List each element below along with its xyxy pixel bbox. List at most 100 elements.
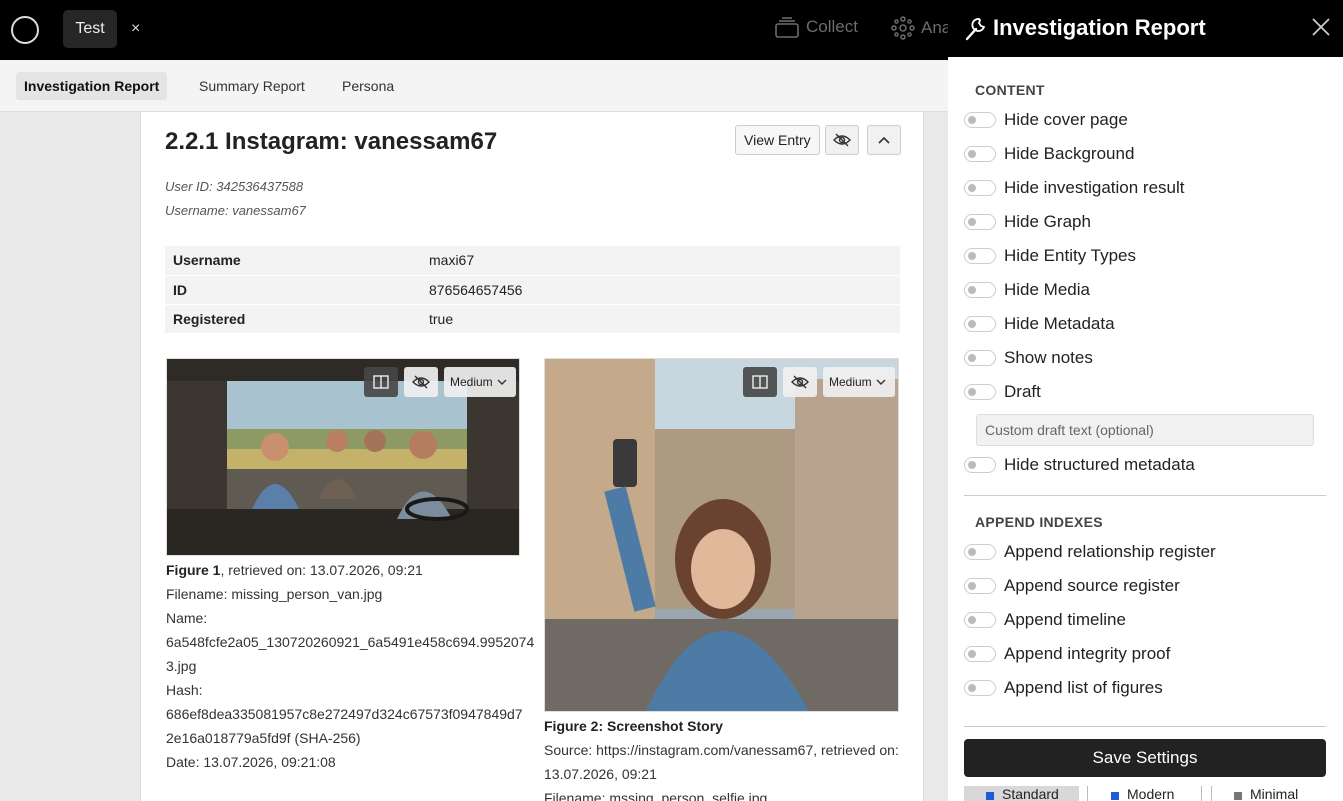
toggle-hide-investigation-result[interactable]: Hide investigation result (964, 178, 1184, 198)
table-row: Registered true (165, 304, 900, 334)
style-swatch (986, 792, 994, 800)
figure-size-value: Medium (450, 375, 493, 389)
stack-icon (775, 17, 799, 38)
figure-1-meta-line: Date: 13.07.2026, 09:21:08 (166, 754, 336, 770)
table-row: Username maxi67 (165, 246, 900, 276)
style-swatch (1111, 792, 1119, 800)
toggle-hide-media[interactable]: Hide Media (964, 280, 1090, 300)
style-label: Standard (1002, 786, 1059, 801)
toggle-hide-structured-metadata[interactable]: Hide structured metadata (964, 455, 1195, 475)
toggle-switch[interactable] (964, 112, 996, 128)
toggle-switch[interactable] (964, 146, 996, 162)
figure-1-meta-line: 686ef8dea335081957c8e272497d324c67573f09… (166, 706, 523, 722)
layout-toggle-button[interactable] (364, 367, 398, 397)
toggle-label: Hide Background (1004, 144, 1135, 163)
toggle-append-integrity-proof[interactable]: Append integrity proof (964, 644, 1170, 664)
toggle-switch[interactable] (964, 544, 996, 560)
network-icon (891, 16, 915, 40)
wrench-icon (965, 18, 986, 41)
toggle-switch[interactable] (964, 180, 996, 196)
chevron-down-icon (497, 379, 507, 385)
toggle-label: Append list of figures (1004, 678, 1163, 697)
figure-1-meta-line: Name: (166, 610, 208, 626)
report-tabs: Investigation Report Summary Report Pers… (0, 60, 948, 112)
figure-2-meta-line: Source: https://instagram.com/vanessam67… (544, 742, 899, 758)
figure-1-image[interactable]: Medium (166, 358, 520, 556)
tab-summary-report[interactable]: Summary Report (191, 72, 313, 100)
toggle-switch[interactable] (964, 457, 996, 473)
figure-1-caption-title: Figure 1 (166, 562, 221, 578)
hide-figure-button[interactable] (404, 367, 438, 397)
toggle-switch[interactable] (964, 680, 996, 696)
style-label: Minimal (1250, 786, 1299, 801)
figure-1-meta-line: Filename: missing_person_van.jpg (166, 586, 383, 602)
attr-value: true (421, 304, 900, 334)
toggle-switch[interactable] (964, 248, 996, 264)
hide-entry-button[interactable] (825, 125, 859, 155)
figure-1-meta-line: Hash: (166, 682, 203, 698)
toggle-switch[interactable] (964, 384, 996, 400)
attr-key: Registered (165, 304, 421, 334)
toggle-switch[interactable] (964, 646, 996, 662)
view-entry-button[interactable]: View Entry (735, 125, 820, 155)
case-tab[interactable]: Test (63, 10, 117, 48)
layout-toggle-button[interactable] (743, 367, 777, 397)
toggle-label: Draft (1004, 382, 1041, 401)
toggle-hide-entity-types[interactable]: Hide Entity Types (964, 246, 1136, 266)
style-separator (1211, 786, 1212, 801)
toggle-hide-graph[interactable]: Hide Graph (964, 212, 1091, 232)
figure-size-select[interactable]: Medium (823, 367, 895, 397)
toggle-label: Hide cover page (1004, 110, 1128, 129)
toggle-hide-metadata[interactable]: Hide Metadata (964, 314, 1115, 334)
toggle-append-source-register[interactable]: Append source register (964, 576, 1180, 596)
report-entry-card: 2.2.1 Instagram: vanessam67 View Entry U… (140, 112, 924, 801)
figure-2-caption-title: Figure 2: Screenshot Story (544, 718, 723, 734)
figure-size-select[interactable]: Medium (444, 367, 516, 397)
nav-analyze[interactable]: Ana (891, 16, 951, 40)
toggle-label: Append relationship register (1004, 542, 1216, 561)
style-option-modern[interactable]: Modern (1111, 786, 1174, 801)
figure-1-tools: Medium (364, 367, 516, 397)
panel-title: Investigation Report (993, 15, 1206, 40)
tab-persona[interactable]: Persona (334, 72, 402, 100)
figure-2-image[interactable]: Medium (544, 358, 899, 712)
save-settings-button[interactable]: Save Settings (964, 739, 1326, 777)
toggle-append-list-of-figures[interactable]: Append list of figures (964, 678, 1163, 698)
toggle-switch[interactable] (964, 612, 996, 628)
nav-collect-label: Collect (806, 17, 858, 36)
toggle-switch[interactable] (964, 350, 996, 366)
toggle-hide-background[interactable]: Hide Background (964, 144, 1134, 164)
eye-off-icon (791, 375, 809, 389)
style-option-standard[interactable]: Standard (964, 786, 1079, 801)
toggle-switch[interactable] (964, 578, 996, 594)
toggle-switch[interactable] (964, 316, 996, 332)
collapse-entry-button[interactable] (867, 125, 901, 155)
tab-investigation-report[interactable]: Investigation Report (16, 72, 168, 100)
draft-text-input[interactable] (976, 414, 1314, 446)
toggle-label: Hide Graph (1004, 212, 1091, 231)
toggle-show-notes[interactable]: Show notes (964, 348, 1093, 368)
columns-icon (752, 375, 768, 389)
toggle-label: Append integrity proof (1004, 644, 1171, 663)
toggle-append-timeline[interactable]: Append timeline (964, 610, 1126, 630)
style-option-minimal[interactable]: Minimal (1234, 786, 1298, 801)
columns-icon (373, 375, 389, 389)
figure-2-tools: Medium (743, 367, 895, 397)
case-tab-label: Test (75, 20, 105, 37)
app-logo[interactable] (11, 16, 39, 44)
style-separator (1201, 786, 1202, 801)
toggle-switch[interactable] (964, 214, 996, 230)
toggle-append-relationship-register[interactable]: Append relationship register (964, 542, 1216, 562)
case-tab-close-button[interactable]: × (131, 20, 140, 38)
toggle-hide-cover-page[interactable]: Hide cover page (964, 110, 1128, 130)
figure-size-value: Medium (829, 375, 872, 389)
hide-figure-button[interactable] (783, 367, 817, 397)
toggle-label: Append source register (1004, 576, 1180, 595)
toggle-draft[interactable]: Draft (964, 382, 1041, 402)
toggle-switch[interactable] (964, 282, 996, 298)
nav-collect[interactable]: Collect (774, 16, 858, 38)
figure-2-caption: Figure 2: Screenshot Story Source: https… (544, 714, 914, 801)
figure-1-meta-line: 3.jpg (166, 658, 197, 674)
close-icon[interactable] (1311, 17, 1331, 37)
figure-2-meta-line: 13.07.2026, 09:21 (544, 766, 657, 782)
